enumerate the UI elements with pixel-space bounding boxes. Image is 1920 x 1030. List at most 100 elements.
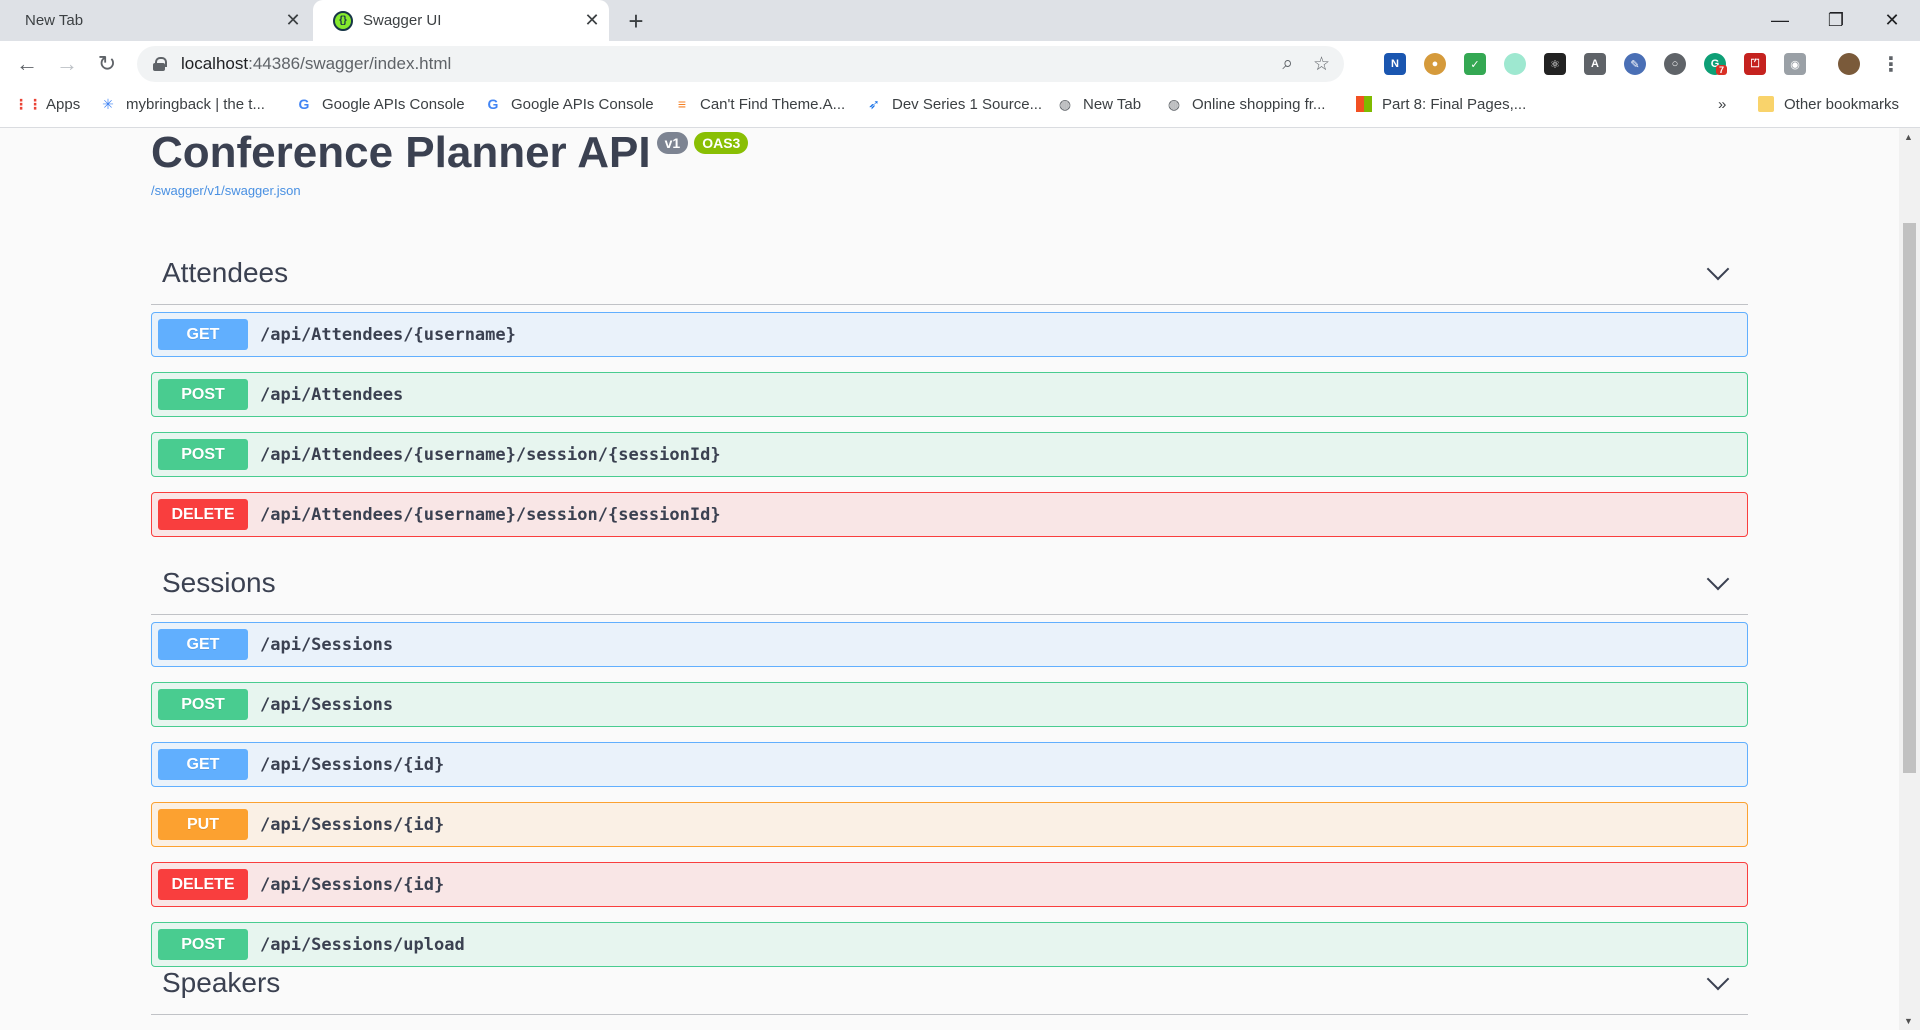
shield-extension-icon[interactable]: ✓ — [1464, 53, 1486, 75]
operation-row[interactable]: POST/api/Sessions — [151, 682, 1748, 727]
bookmark-dev-series[interactable]: ➶ Dev Series 1 Source... — [866, 88, 1042, 120]
apps-grid-icon: ⋮⋮ — [14, 95, 42, 112]
method-badge: POST — [158, 689, 248, 720]
bookmark-part-8[interactable]: Part 8: Final Pages,... — [1356, 88, 1526, 120]
bookmark-new-tab[interactable]: ◍ New Tab — [1057, 88, 1141, 120]
section-title: Attendees — [162, 256, 289, 288]
scroll-up-icon[interactable]: ▲ — [1904, 132, 1913, 142]
method-badge: POST — [158, 379, 248, 410]
scroll-down-icon[interactable]: ▼ — [1904, 1016, 1913, 1026]
globe-icon: ◍ — [1058, 95, 1072, 112]
star-burst-icon: ✳ — [102, 95, 114, 112]
operation-row[interactable]: DELETE/api/Attendees/{username}/session/… — [151, 492, 1748, 537]
timer-extension-icon[interactable] — [1504, 53, 1526, 75]
bookmark-label: Google APIs Console — [511, 95, 654, 113]
tab-close-icon[interactable]: ✕ — [575, 10, 609, 31]
operation-row[interactable]: DELETE/api/Sessions/{id} — [151, 862, 1748, 907]
page-title: Conference Planner API — [151, 128, 651, 177]
operation-path: /api/Sessions — [260, 694, 394, 715]
lock-icon[interactable] — [153, 57, 167, 71]
menu-kebab-icon[interactable]: ⋮ — [1880, 53, 1902, 76]
tab-swagger-ui[interactable]: {} Swagger UI ✕ — [313, 0, 609, 41]
swagger-page: Conference Planner API v1 OAS3 /swagger/… — [0, 128, 1899, 1030]
browser-toolbar: ← → ↻ localhost:44386/swagger/index.html… — [0, 41, 1920, 88]
zoom-icon[interactable]: ⌕ — [1282, 53, 1293, 76]
scroll-thumb[interactable] — [1903, 223, 1916, 773]
record-extension-icon[interactable]: ○ — [1664, 53, 1686, 75]
method-badge: POST — [158, 439, 248, 470]
operation-path: /api/Sessions/{id} — [260, 874, 445, 895]
bookmark-google-apis-1[interactable]: G Google APIs Console — [296, 88, 465, 120]
section-header[interactable]: Sessions — [151, 551, 1748, 615]
version-badge: v1 — [656, 132, 689, 154]
other-bookmarks[interactable]: Other bookmarks — [1758, 88, 1899, 120]
stackoverflow-icon: ≡ — [677, 96, 687, 112]
operation-row[interactable]: GET/api/Attendees/{username} — [151, 312, 1748, 357]
bookmark-mybringback[interactable]: ✳ mybringback | the t... — [100, 88, 265, 120]
bookmark-online-shopping[interactable]: ◍ Online shopping fr... — [1166, 88, 1326, 120]
section-title: Sessions — [162, 566, 276, 598]
address-bar[interactable]: localhost:44386/swagger/index.html ⌕ ☆ — [137, 46, 1344, 82]
operation-row[interactable]: PUT/api/Sessions/{id} — [151, 802, 1748, 847]
forward-arrow-icon[interactable]: → — [50, 47, 84, 81]
bookmark-theme[interactable]: ≡ Can't Find Theme.A... — [674, 88, 845, 120]
chevron-down-icon[interactable] — [1706, 257, 1730, 280]
camera-extension-icon[interactable]: ◉ — [1784, 53, 1806, 75]
operation-path: /api/Attendees — [260, 384, 404, 405]
chevron-down-icon[interactable] — [1706, 967, 1730, 990]
bookmarks-bar: ⋮⋮ Apps ✳ mybringback | the t... G Google A… — [0, 88, 1920, 128]
back-arrow-icon[interactable]: ← — [10, 47, 44, 81]
react-devtools-icon[interactable]: ⚛ — [1544, 53, 1566, 75]
tab-strip: New Tab ✕ {} Swagger UI ✕ + — ❐ ✕ — [0, 0, 1920, 41]
minimize-icon[interactable]: — — [1752, 0, 1808, 41]
grammarly-extension-icon[interactable]: G7 — [1704, 53, 1728, 75]
section-sessions: Sessions GET/api/Sessions POST/api/Session… — [151, 551, 1748, 982]
operation-path: /api/Sessions/{id} — [260, 754, 445, 775]
tab-close-icon[interactable]: ✕ — [276, 10, 310, 31]
overflow-chevron-icon: » — [1718, 95, 1727, 113]
section-header[interactable]: Attendees — [151, 241, 1748, 305]
bookmark-label: Apps — [46, 95, 81, 113]
news-extension-icon[interactable]: N — [1384, 53, 1406, 75]
bookmark-google-apis-2[interactable]: G Google APIs Console — [485, 88, 654, 120]
operation-path: /api/Attendees/{username} — [260, 324, 516, 345]
edit-extension-icon[interactable]: ✎ — [1624, 53, 1646, 75]
tab-new-tab[interactable]: New Tab ✕ — [0, 0, 310, 41]
tab-title: Swagger UI — [363, 12, 442, 29]
method-badge: DELETE — [158, 499, 248, 530]
page-scrollbar[interactable]: ▲ ▼ — [1899, 128, 1920, 1030]
microsoft-icon — [1356, 96, 1372, 112]
window-close-icon[interactable]: ✕ — [1864, 0, 1920, 41]
pdf-extension-icon[interactable]: ⏍ — [1744, 53, 1766, 75]
reload-icon[interactable]: ↻ — [90, 47, 124, 81]
operation-row[interactable]: POST/api/Attendees — [151, 372, 1748, 417]
bookmark-label: Other bookmarks — [1784, 95, 1900, 113]
globe-icon: ◍ — [1167, 95, 1181, 112]
section-title: Speakers — [162, 966, 281, 998]
method-badge: GET — [158, 749, 248, 780]
section-speakers: Speakers — [151, 951, 1748, 1015]
restore-icon[interactable]: ❐ — [1808, 0, 1864, 41]
bookmark-apps[interactable]: ⋮⋮ Apps — [14, 88, 81, 120]
api-title: Conference Planner API v1 OAS3 — [151, 128, 749, 178]
bookmark-label: New Tab — [1083, 95, 1142, 113]
bookmark-overflow[interactable]: » — [1718, 88, 1726, 120]
font-extension-icon[interactable]: A — [1584, 53, 1606, 75]
swagger-json-link[interactable]: /swagger/v1/swagger.json — [151, 183, 301, 198]
section-header[interactable]: Speakers — [151, 951, 1748, 1015]
bookmark-label: mybringback | the t... — [126, 95, 265, 113]
browser-chrome: New Tab ✕ {} Swagger UI ✕ + — ❐ ✕ ← → ↻ … — [0, 0, 1920, 128]
bookmark-star-icon[interactable]: ☆ — [1313, 53, 1330, 76]
cookie-extension-icon[interactable]: ● — [1424, 53, 1446, 75]
url-host: localhost — [181, 54, 249, 73]
operation-row[interactable]: GET/api/Sessions — [151, 622, 1748, 667]
operation-path: /api/Sessions/{id} — [260, 814, 445, 835]
chevron-down-icon[interactable] — [1706, 567, 1730, 590]
profile-avatar[interactable] — [1838, 53, 1860, 75]
bookmark-label: Google APIs Console — [322, 95, 465, 113]
rocket-icon: ➶ — [868, 95, 880, 112]
new-tab-button[interactable]: + — [620, 5, 652, 37]
extension-badge: 7 — [1716, 65, 1728, 75]
operation-row[interactable]: POST/api/Attendees/{username}/session/{s… — [151, 432, 1748, 477]
operation-row[interactable]: GET/api/Sessions/{id} — [151, 742, 1748, 787]
